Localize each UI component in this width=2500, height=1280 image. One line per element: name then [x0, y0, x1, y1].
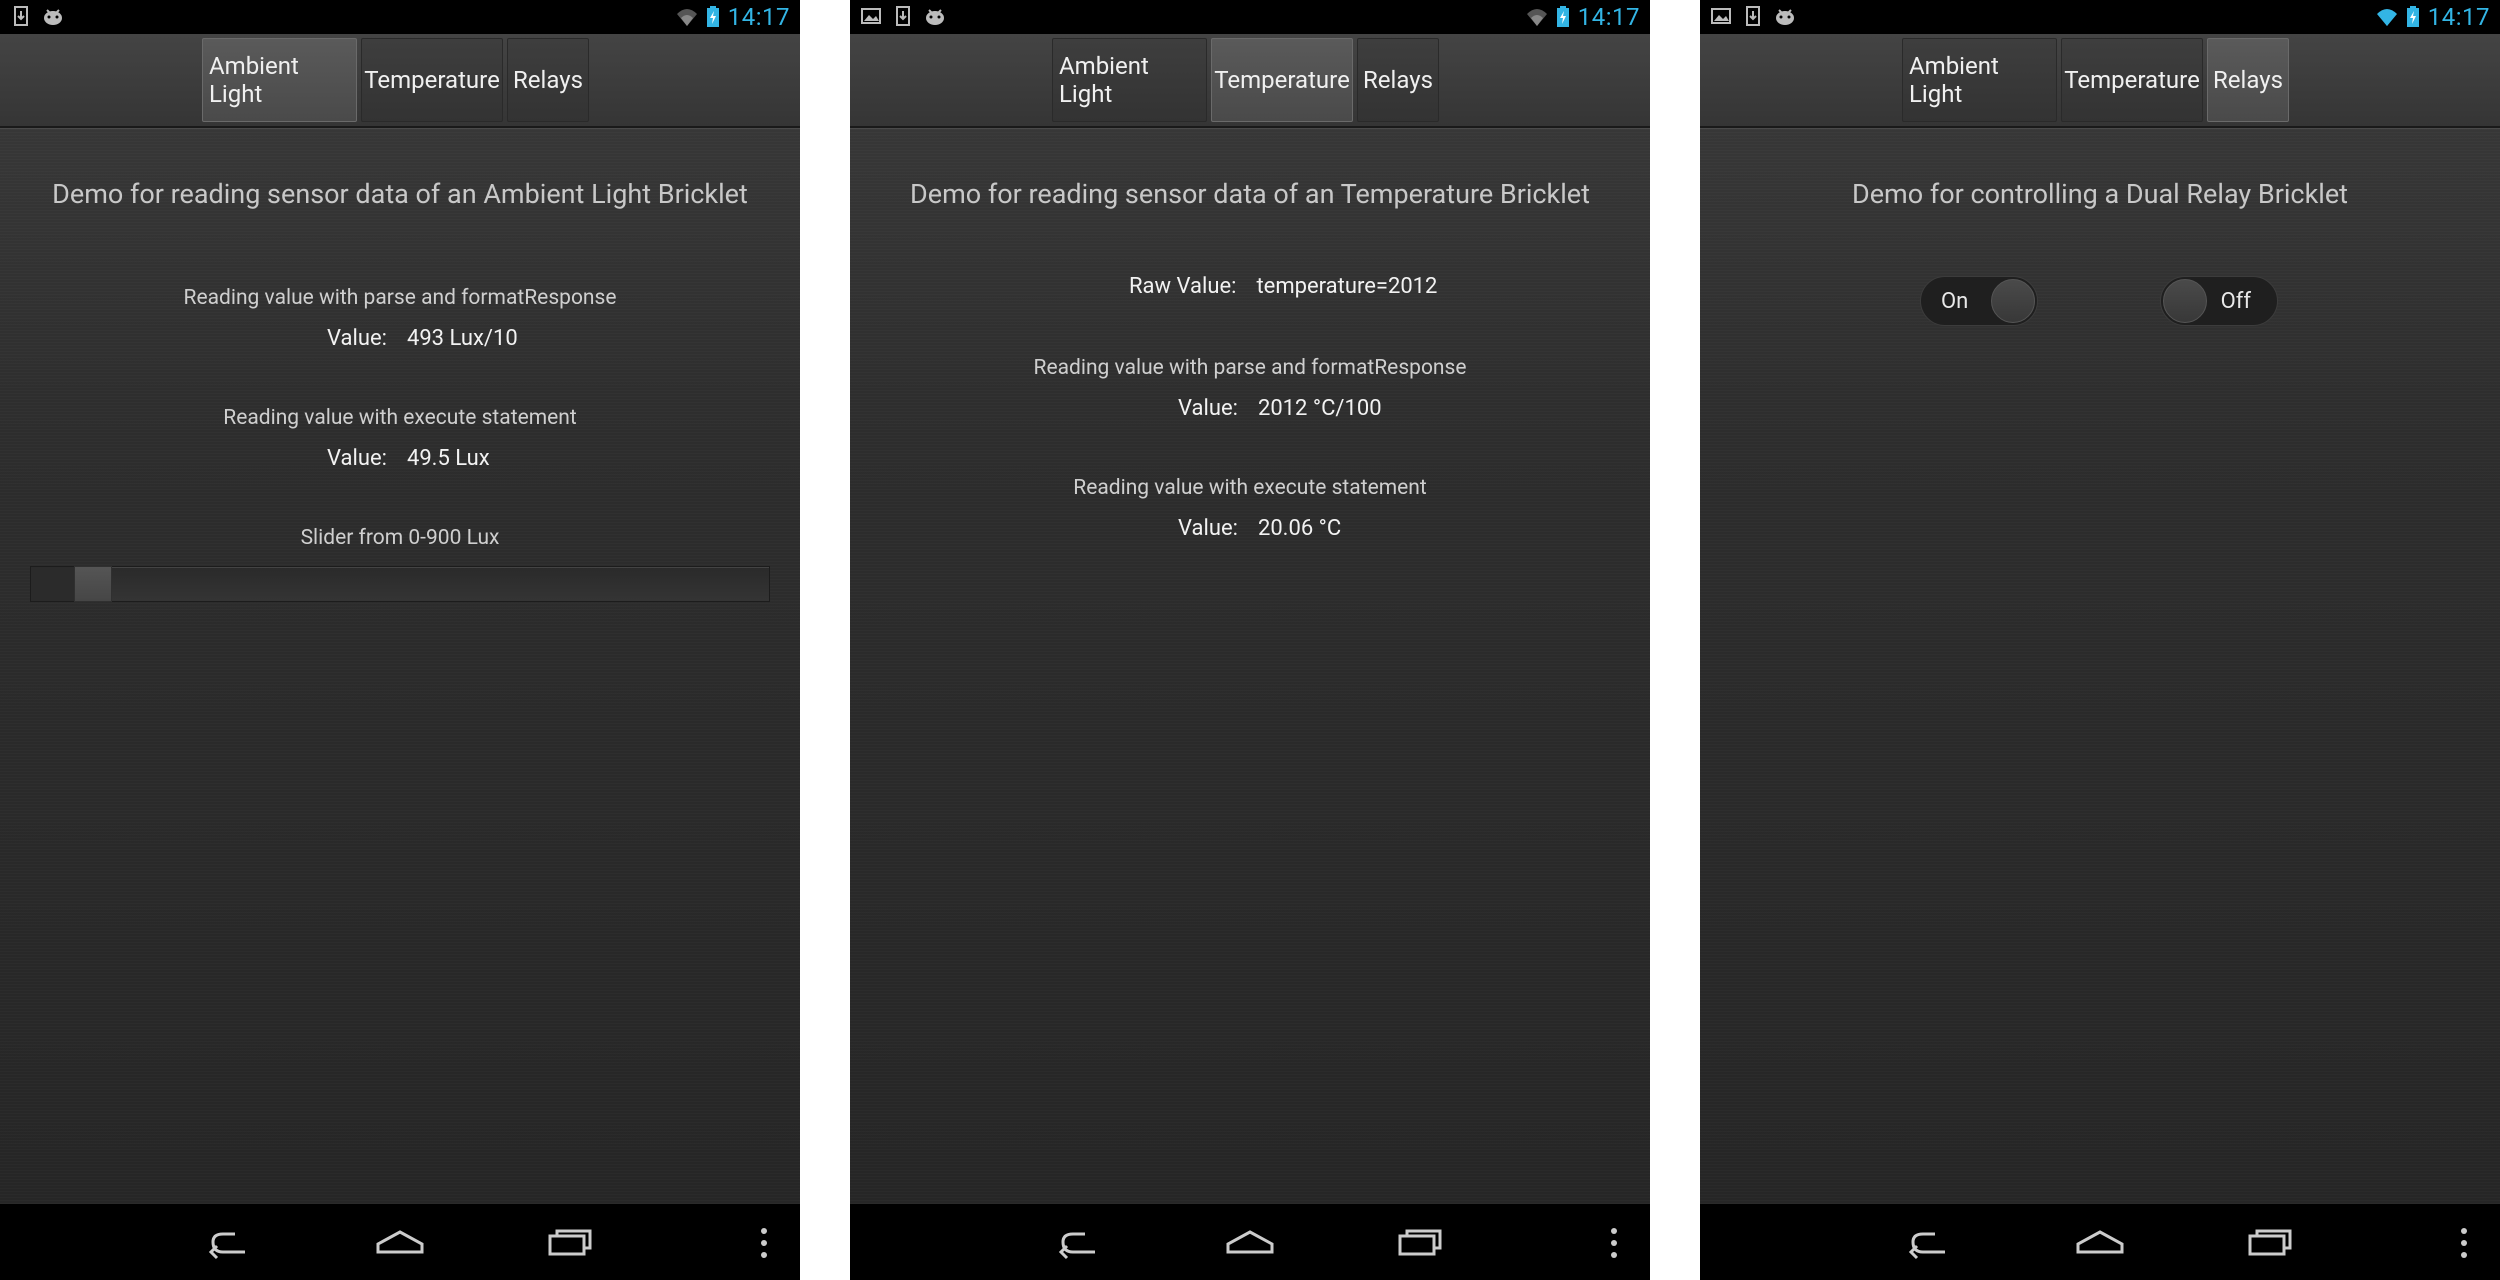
overflow-menu-icon[interactable]	[2456, 1226, 2472, 1260]
execute-value-row: Value: 20.06 °C	[1178, 516, 1341, 541]
content-area: Ambient Light Temperature Relays Demo fo…	[1700, 34, 2500, 1204]
tab-relays[interactable]: Relays	[507, 38, 589, 122]
android-icon	[1776, 9, 1794, 25]
switch-knob	[1991, 279, 2035, 323]
parse-label: Reading value with parse and formatRespo…	[1033, 356, 1467, 380]
screen-ambient-light: 14:17 Ambient Light Temperature Relays D…	[0, 0, 800, 1280]
relay-2-state: Off	[2220, 289, 2251, 314]
parse-label: Reading value with parse and formatRespo…	[183, 286, 617, 310]
page-heading: Demo for reading sensor data of an Tempe…	[910, 178, 1590, 210]
recent-apps-icon[interactable]	[545, 1222, 595, 1262]
recent-apps-icon[interactable]	[1395, 1222, 1445, 1262]
download-icon	[1746, 6, 1760, 26]
relay-1-switch[interactable]: On	[1920, 276, 2038, 326]
value-label: Value:	[327, 326, 387, 351]
lux-slider[interactable]	[30, 566, 770, 602]
slider-thumb[interactable]	[74, 566, 112, 602]
overflow-menu-icon[interactable]	[1606, 1226, 1622, 1260]
tab-bar: Ambient Light Temperature Relays	[0, 34, 800, 128]
overflow-menu-icon[interactable]	[756, 1226, 772, 1260]
wifi-icon	[2376, 9, 2397, 26]
execute-value-row: Value: 49.5 Lux	[327, 446, 490, 471]
status-bar: 14:17	[1700, 0, 2500, 34]
battery-charging-icon	[706, 6, 719, 27]
value-label: Value:	[1178, 516, 1238, 541]
execute-value: 20.06 °C	[1257, 516, 1342, 541]
battery-charging-icon	[1556, 6, 1569, 27]
switch-knob	[2163, 279, 2207, 323]
value-label: Value:	[327, 446, 387, 471]
tab-temperature[interactable]: Temperature	[1211, 38, 1353, 122]
tab-relays[interactable]: Relays	[2207, 38, 2289, 122]
raw-value-label: Raw Value:	[1129, 274, 1237, 299]
relay-2-switch[interactable]: Off	[2160, 276, 2278, 326]
back-icon[interactable]	[205, 1222, 255, 1262]
navigation-bar	[850, 1204, 1650, 1280]
image-icon	[861, 8, 881, 24]
raw-value-row: Raw Value: temperature=2012	[1129, 274, 1437, 299]
execute-label: Reading value with execute statement	[1073, 476, 1427, 500]
screen-temperature: 14:17 Ambient Light Temperature Relays D…	[850, 0, 1650, 1280]
page-heading: Demo for reading sensor data of an Ambie…	[52, 178, 748, 210]
android-icon	[44, 9, 62, 25]
raw-value: temperature=2012	[1256, 274, 1438, 299]
tab-relays[interactable]: Relays	[1357, 38, 1439, 122]
download-icon	[896, 6, 910, 26]
wifi-icon	[1526, 9, 1547, 26]
page-heading: Demo for controlling a Dual Relay Brickl…	[1852, 178, 2348, 210]
value-label: Value:	[1178, 396, 1238, 421]
parse-value-row: Value: 493 Lux/10	[327, 326, 518, 351]
tab-bar: Ambient Light Temperature Relays	[1700, 34, 2500, 128]
back-icon[interactable]	[1055, 1222, 1105, 1262]
parse-value-row: Value: 2012 °C/100	[1178, 396, 1382, 421]
tab-ambient-light[interactable]: Ambient Light	[202, 38, 357, 122]
execute-label: Reading value with execute statement	[223, 406, 577, 430]
home-icon[interactable]	[375, 1222, 425, 1262]
battery-charging-icon	[2406, 6, 2419, 27]
navigation-bar	[1700, 1204, 2500, 1280]
android-icon	[926, 9, 944, 25]
clock: 14:17	[727, 3, 790, 31]
parse-value: 2012 °C/100	[1257, 396, 1382, 421]
execute-value: 49.5 Lux	[406, 446, 490, 471]
wifi-icon	[676, 9, 697, 26]
tab-ambient-light[interactable]: Ambient Light	[1902, 38, 2057, 122]
content-area: Ambient Light Temperature Relays Demo fo…	[0, 34, 800, 1204]
home-icon[interactable]	[1225, 1222, 1275, 1262]
recent-apps-icon[interactable]	[2245, 1222, 2295, 1262]
download-icon	[14, 6, 28, 26]
parse-value: 493 Lux/10	[406, 326, 518, 351]
clock: 14:17	[1577, 3, 1640, 31]
tab-bar: Ambient Light Temperature Relays	[850, 34, 1650, 128]
back-icon[interactable]	[1905, 1222, 1955, 1262]
status-bar: 14:17	[850, 0, 1650, 34]
home-icon[interactable]	[2075, 1222, 2125, 1262]
tab-temperature[interactable]: Temperature	[2061, 38, 2203, 122]
relay-1-state: On	[1941, 289, 1969, 314]
screen-relays: 14:17 Ambient Light Temperature Relays D…	[1700, 0, 2500, 1280]
tab-temperature[interactable]: Temperature	[361, 38, 503, 122]
slider-fill	[31, 567, 74, 601]
image-icon	[1711, 8, 1731, 24]
slider-label: Slider from 0-900 Lux	[300, 526, 500, 550]
content-area: Ambient Light Temperature Relays Demo fo…	[850, 34, 1650, 1204]
status-bar: 14:17	[0, 0, 800, 34]
clock: 14:17	[2427, 3, 2490, 31]
navigation-bar	[0, 1204, 800, 1280]
tab-ambient-light[interactable]: Ambient Light	[1052, 38, 1207, 122]
